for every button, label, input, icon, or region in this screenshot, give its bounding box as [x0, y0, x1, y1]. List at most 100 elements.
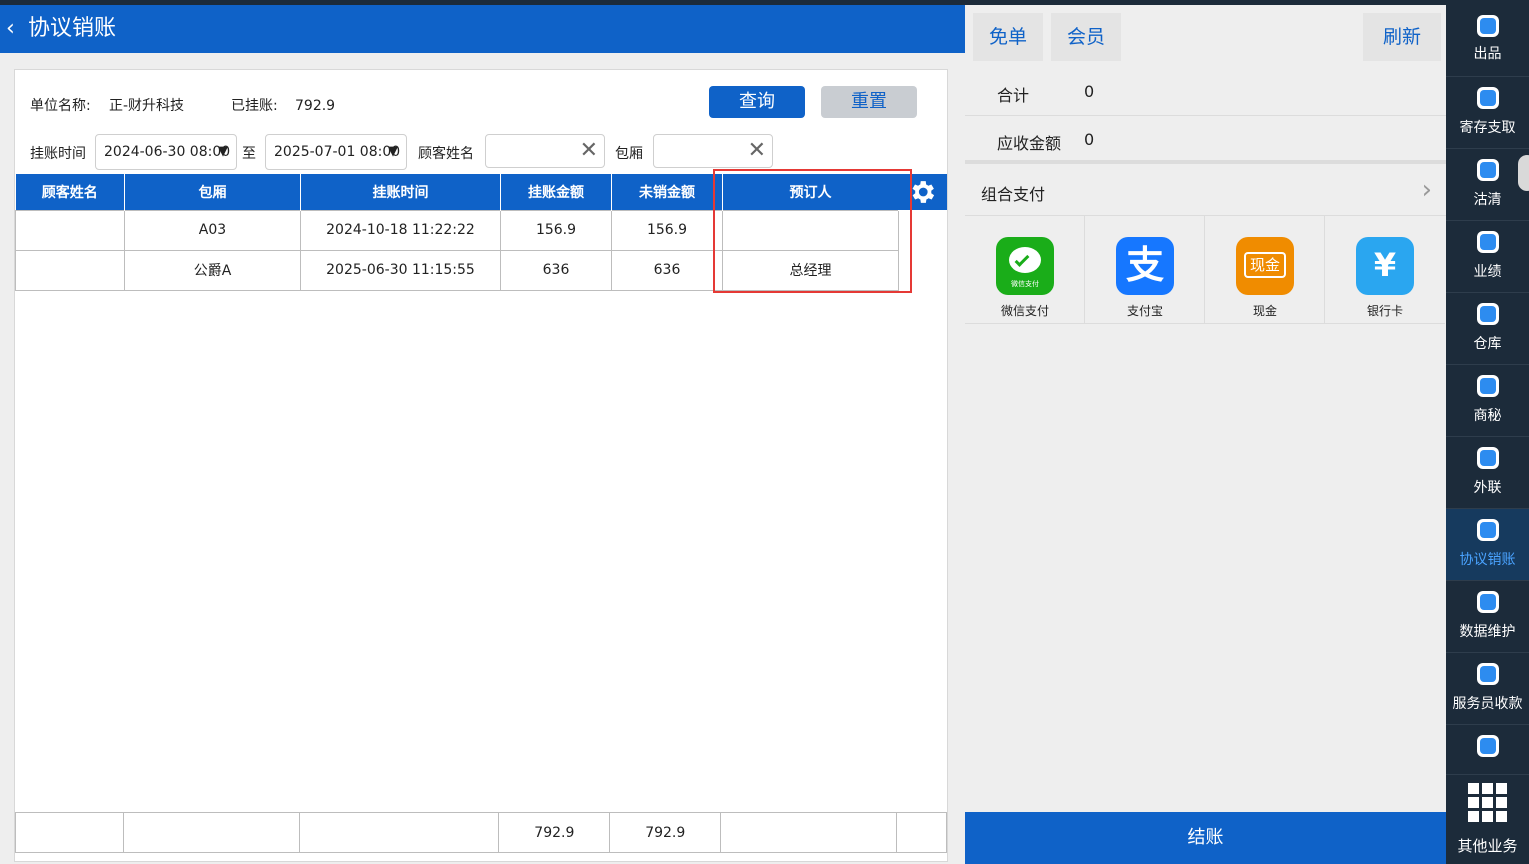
wechat-badge-text: 微信支付: [1011, 280, 1039, 288]
unit-name-value: 正-财升科技: [109, 98, 185, 114]
column-header[interactable]: 未销金额: [611, 174, 723, 210]
sidebar-item-output[interactable]: 出品: [1446, 5, 1529, 77]
footer-cell: [895, 812, 948, 853]
receivable-label: 应收金额: [997, 134, 1062, 153]
page-title: 协议销账: [28, 16, 117, 41]
member-button[interactable]: 会员: [1051, 13, 1121, 61]
sidebar-item-label: 外联: [1473, 480, 1502, 496]
sidebar-item-warehouse[interactable]: 仓库: [1446, 293, 1529, 365]
date-from-value: 2024-06-30 08:00: [104, 144, 231, 160]
alipay-glyph: 支: [1125, 243, 1164, 287]
sidebar-item-other-business[interactable]: 其他业务: [1446, 775, 1529, 864]
column-header[interactable]: 包厢: [124, 174, 301, 210]
download-icon: [1477, 519, 1499, 541]
column-header[interactable]: 挂账金额: [500, 174, 612, 210]
date-to-value: 2025-07-01 08:00: [274, 144, 401, 160]
total-label: 合计: [997, 86, 1030, 105]
bank-card-option[interactable]: ¥ 银行卡: [1325, 216, 1445, 324]
page-header: ‹ 协议销账: [0, 5, 965, 53]
sidebar-item-data-maintenance[interactable]: 数据维护: [1446, 581, 1529, 653]
clear-icon[interactable]: ✕: [580, 139, 598, 163]
room-label: 包厢: [615, 146, 643, 162]
table-cell: 156.9: [500, 209, 612, 251]
post-time-label: 挂账时间: [30, 146, 86, 162]
table-cell: 2025-06-30 11:15:55: [300, 249, 501, 291]
cash-icon: 现金: [1236, 237, 1294, 295]
footer-cell: [720, 812, 897, 853]
sidebar-item-store[interactable]: [1446, 725, 1529, 775]
sidebar-item-agreement-settlement[interactable]: 协议销账: [1446, 509, 1529, 581]
table-cell: 公爵A: [124, 249, 301, 291]
sidebar-item-external[interactable]: 外联: [1446, 437, 1529, 509]
sidebar-item-storage[interactable]: 寄存支取: [1446, 77, 1529, 149]
table-cell: 156.9: [611, 209, 723, 251]
date-to-select[interactable]: 2025-07-01 08:00 ▼: [265, 134, 407, 170]
pie-chart-icon: [1477, 231, 1499, 253]
table-cell: A03: [124, 209, 301, 251]
payment-label: 微信支付: [1000, 304, 1049, 318]
table-cell: 636: [611, 249, 723, 291]
receivable-row: 应收金额 0: [965, 116, 1446, 164]
wechat-pay-option[interactable]: 微信支付 微信支付: [965, 216, 1085, 324]
room-field[interactable]: ✕: [653, 134, 773, 168]
checkout-button[interactable]: 结账: [965, 812, 1446, 864]
customer-name-field[interactable]: ✕: [485, 134, 605, 168]
apps-grid-icon: [1468, 783, 1508, 823]
person-icon: [1477, 663, 1499, 685]
sidebar-item-label: 其他业务: [1457, 837, 1518, 855]
drawer-handle[interactable]: [1518, 155, 1529, 191]
sidebar-item-label: 仓库: [1473, 336, 1502, 352]
clear-icon[interactable]: ✕: [748, 139, 766, 163]
payment-panel: 免单 会员 刷新 合计 0 应收金额 0 组合支付 › 微信支付 微信支付 支 …: [965, 5, 1446, 864]
posted-amount-value: 792.9: [295, 98, 336, 114]
alipay-icon: 支: [1116, 237, 1174, 295]
payment-label: 银行卡: [1366, 304, 1403, 318]
column-header[interactable]: 挂账时间: [300, 174, 501, 210]
payment-label: 现金: [1252, 304, 1277, 318]
cash-badge-text: 现金: [1244, 252, 1286, 278]
sidebar-item-secretary[interactable]: 商秘: [1446, 365, 1529, 437]
to-label: 至: [242, 146, 256, 162]
bank-card-icon: ¥: [1356, 237, 1414, 295]
reset-button[interactable]: 重置: [821, 86, 917, 118]
table-cell: [15, 249, 125, 291]
download-icon: [1477, 87, 1499, 109]
date-from-select[interactable]: 2024-06-30 08:00 ▼: [95, 134, 237, 170]
footer-cell: [298, 812, 500, 853]
sidebar-item-label: 服务员收款: [1452, 696, 1523, 712]
sidebar-item-performance[interactable]: 业绩: [1446, 221, 1529, 293]
sidebar: 出品 寄存支取 沽清 业绩 仓库 商秘 外联 协议销账 数据维护 服务员收款 其…: [1446, 5, 1529, 864]
column-header[interactable]: 顾客姓名: [15, 174, 125, 210]
combined-payment-row[interactable]: 组合支付 ›: [965, 168, 1446, 216]
sidebar-item-waiter-collection[interactable]: 服务员收款: [1446, 653, 1529, 725]
alipay-option[interactable]: 支 支付宝: [1085, 216, 1205, 324]
sidebar-item-label: 协议销账: [1459, 552, 1516, 568]
payment-label: 支付宝: [1126, 304, 1163, 318]
room-input[interactable]: [660, 135, 745, 167]
sidebar-item-sold-out[interactable]: 沽清: [1446, 149, 1529, 221]
footer-cell: 792.9: [609, 812, 722, 853]
highlight-box: [713, 169, 912, 293]
sidebar-item-label: 沽清: [1473, 192, 1502, 208]
table-footer: 792.9 792.9: [15, 812, 948, 853]
customer-name-input[interactable]: [492, 135, 577, 167]
combined-payment-label: 组合支付: [981, 185, 1046, 204]
posted-amount-label: 已挂账:: [231, 98, 278, 114]
table-cell: 2024-10-18 11:22:22: [300, 209, 501, 251]
back-icon[interactable]: ‹: [6, 15, 15, 43]
footer-cell: 792.9: [498, 812, 611, 853]
query-button[interactable]: 查询: [709, 86, 805, 118]
grid-icon: [1477, 303, 1499, 325]
sidebar-item-label: 出品: [1473, 46, 1502, 62]
customer-name-label: 顾客姓名: [418, 146, 474, 162]
upload-icon: [1477, 15, 1499, 37]
footer-row: 792.9 792.9: [15, 812, 948, 853]
list-icon: [1477, 159, 1499, 181]
dropdown-arrow-icon: ▼: [388, 144, 398, 159]
sidebar-item-label: 数据维护: [1459, 624, 1516, 640]
refresh-button[interactable]: 刷新: [1363, 13, 1441, 61]
download-icon: [1477, 375, 1499, 397]
store-icon: [1477, 735, 1499, 757]
cash-option[interactable]: 现金 现金: [1205, 216, 1325, 324]
free-order-button[interactable]: 免单: [973, 13, 1043, 61]
